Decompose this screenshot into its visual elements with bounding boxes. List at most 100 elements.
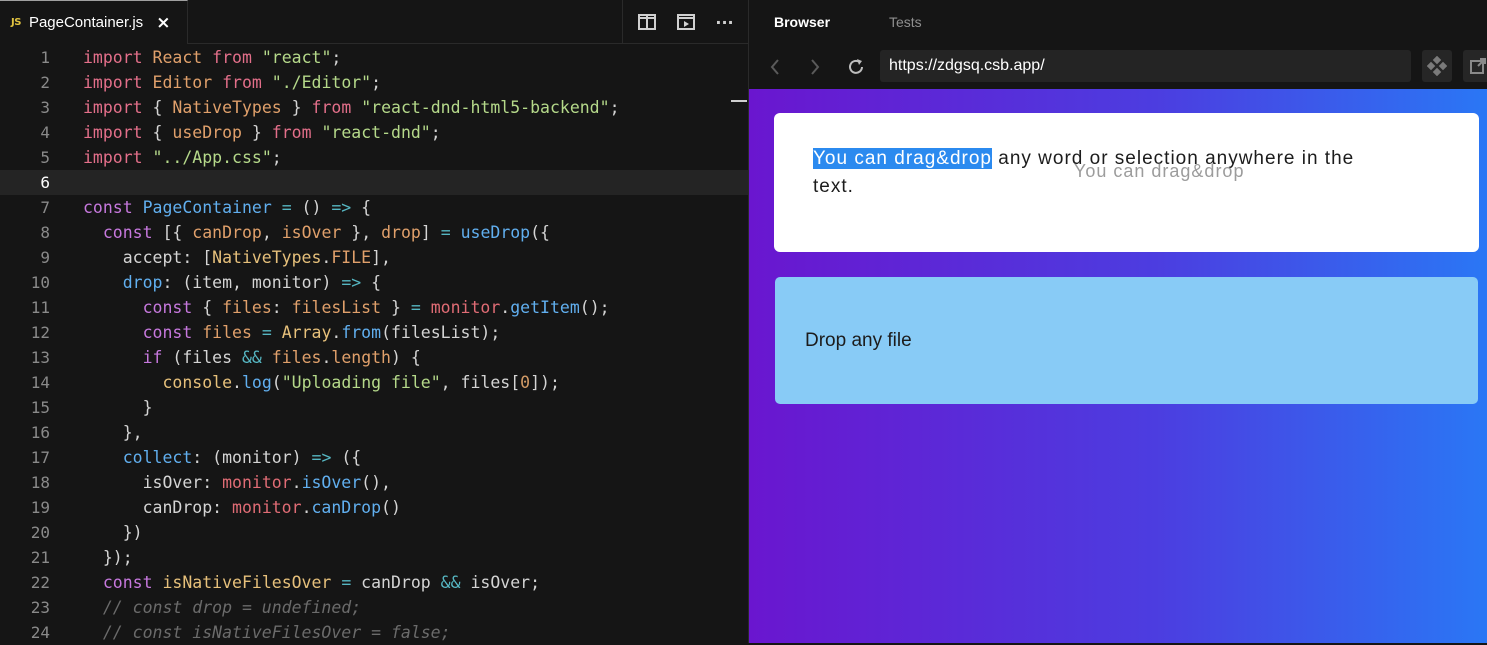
code-line[interactable]: 23 // const drop = undefined; <box>0 595 748 620</box>
code-line[interactable]: 16 }, <box>0 420 748 445</box>
code-token: = <box>410 298 421 317</box>
code-token: React <box>152 48 203 67</box>
code-token: import <box>83 148 143 167</box>
code-token: canDrop <box>192 223 262 242</box>
line-number: 5 <box>40 148 50 167</box>
line-number: 3 <box>40 98 50 117</box>
code-line[interactable]: 5 import "../App.css"; <box>0 145 748 170</box>
code-token: useDrop <box>172 123 242 142</box>
code-line[interactable]: 7 const PageContainer = () => { <box>0 195 748 220</box>
code-token: Array <box>281 323 332 342</box>
code-token: : (item, monitor) <box>162 273 342 292</box>
code-token: useDrop <box>460 223 531 242</box>
code-token: import <box>83 123 143 142</box>
code-token: , files[ <box>440 373 521 392</box>
code-token: = <box>440 223 451 242</box>
code-text: if (files && files.length) { <box>83 345 421 370</box>
code-line[interactable]: 10 drop: (item, monitor) => { <box>0 270 748 295</box>
code-token: { <box>351 198 372 217</box>
editable-text-card[interactable]: You can drag&drop any word or selection … <box>774 113 1479 252</box>
editor-tab-pagecontainer[interactable]: JS PageContainer.js × <box>0 0 188 44</box>
code-line[interactable]: 4 import { useDrop } from "react-dnd"; <box>0 120 748 145</box>
code-text: const PageContainer = () => { <box>83 195 371 220</box>
code-token: ; <box>271 148 282 167</box>
line-number: 8 <box>40 223 50 242</box>
code-token: ], <box>371 248 391 267</box>
code-token: . <box>321 248 332 267</box>
code-line[interactable]: 15 } <box>0 395 748 420</box>
code-line[interactable]: 24 // const isNativeFilesOver = false; <box>0 620 748 645</box>
code-text: const files = Array.from(filesList); <box>83 320 501 345</box>
code-token: . <box>331 323 342 342</box>
line-number: 1 <box>40 48 50 67</box>
code-token: const <box>142 323 193 342</box>
code-text: // const isNativeFilesOver = false; <box>83 620 451 645</box>
browser-nav-bar: https://zdgsq.csb.app/ <box>749 44 1487 89</box>
line-number: 11 <box>30 298 50 317</box>
line-number: 6 <box>40 173 50 192</box>
code-line[interactable]: 22 const isNativeFilesOver = canDrop && … <box>0 570 748 595</box>
tab-browser[interactable]: Browser <box>774 14 830 30</box>
code-token: && <box>241 348 262 367</box>
back-icon[interactable] <box>764 56 786 78</box>
code-token: const <box>83 198 133 217</box>
codesandbox-icon[interactable] <box>1422 50 1452 82</box>
code-token: (), <box>361 473 391 492</box>
line-number: 16 <box>30 423 50 442</box>
code-area[interactable]: 1 import React from "react"; 2 import Edito… <box>0 45 748 645</box>
code-token: }, <box>83 423 143 442</box>
more-icon[interactable]: ··· <box>714 11 736 33</box>
text-rest-line2: text. <box>813 176 854 197</box>
code-line[interactable]: 13 if (files && files.length) { <box>0 345 748 370</box>
code-line[interactable]: 6 <box>0 170 748 195</box>
code-token: files <box>271 348 322 367</box>
selected-text[interactable]: You can drag&drop <box>813 148 992 169</box>
open-preview-icon[interactable] <box>675 11 697 33</box>
code-text: import React from "react"; <box>83 45 341 70</box>
code-line[interactable]: 19 canDrop: monitor.canDrop() <box>0 495 748 520</box>
code-token: monitor <box>430 298 501 317</box>
code-text: import { NativeTypes } from "react-dnd-h… <box>83 95 620 120</box>
forward-icon[interactable] <box>804 56 826 78</box>
code-text: // const drop = undefined; <box>83 595 361 620</box>
code-token: => <box>341 273 362 292</box>
code-token: length <box>331 348 391 367</box>
code-token: "react-dnd-html5-backend" <box>361 98 610 117</box>
url-input[interactable]: https://zdgsq.csb.app/ <box>880 50 1411 82</box>
code-line[interactable]: 20 }) <box>0 520 748 545</box>
close-icon[interactable]: × <box>156 13 170 33</box>
code-token: : (monitor) <box>192 448 312 467</box>
line-number: 24 <box>30 623 50 642</box>
code-token: 0 <box>520 373 531 392</box>
file-drop-zone[interactable]: Drop any file <box>775 277 1478 404</box>
tab-tests[interactable]: Tests <box>889 14 922 30</box>
code-line[interactable]: 18 isOver: monitor.isOver(), <box>0 470 748 495</box>
code-line[interactable]: 1 import React from "react"; <box>0 45 748 70</box>
editor-actions: ··· <box>622 0 748 44</box>
code-text: } <box>83 395 153 420</box>
code-token: import <box>83 98 143 117</box>
refresh-icon[interactable] <box>845 56 867 78</box>
code-token: => <box>311 448 332 467</box>
code-line[interactable]: 11 const { files: filesList } = monitor.… <box>0 295 748 320</box>
code-line[interactable]: 3 import { NativeTypes } from "react-dnd-… <box>0 95 748 120</box>
split-editor-icon[interactable] <box>636 11 658 33</box>
code-line[interactable]: 17 collect: (monitor) => ({ <box>0 445 748 470</box>
code-line[interactable]: 12 const files = Array.from(filesList); <box>0 320 748 345</box>
code-text: import Editor from "./Editor"; <box>83 70 381 95</box>
code-line[interactable]: 8 const [{ canDrop, isOver }, drop] = us… <box>0 220 748 245</box>
code-token: if <box>142 348 163 367</box>
code-token: . <box>301 498 312 517</box>
code-text: }) <box>83 520 143 545</box>
code-line[interactable]: 14 console.log("Uploading file", files[0… <box>0 370 748 395</box>
code-line[interactable]: 21 }); <box>0 545 748 570</box>
line-number: 22 <box>30 573 50 592</box>
code-line[interactable]: 9 accept: [NativeTypes.FILE], <box>0 245 748 270</box>
code-line[interactable]: 2 import Editor from "./Editor"; <box>0 70 748 95</box>
open-new-window-icon[interactable] <box>1463 50 1487 82</box>
line-number: 23 <box>30 598 50 617</box>
